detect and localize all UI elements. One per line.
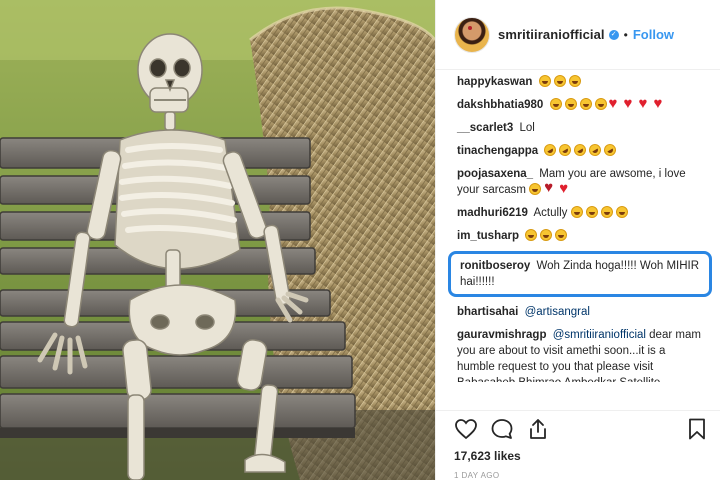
emoji-rofl-icon [587, 141, 604, 159]
post-author-username[interactable]: smritiiraniofficial [498, 27, 605, 42]
emoji-heart-icon [639, 95, 652, 113]
comments-list[interactable]: happykaswan dakshbhatia980 __scarlet3 Lo… [436, 70, 720, 382]
comment-text: Actully [533, 207, 568, 219]
comment-item: gauravmishragp @smritiiraniofficial dear… [454, 327, 706, 382]
emoji-heart-icon [609, 95, 622, 113]
emoji-heart-eyes-icon [544, 179, 557, 197]
emoji-grin-icon [538, 75, 551, 87]
comment-username[interactable]: gauravmishragp [457, 329, 546, 341]
comment-username[interactable]: im_tusharp [457, 230, 519, 242]
emoji-grin-icon [525, 229, 538, 241]
skeleton-bench-image [0, 0, 435, 480]
bookmark-icon[interactable] [685, 417, 709, 441]
comment-username[interactable]: dakshbhatia980 [457, 99, 543, 111]
comment-item: tinachengappa [454, 141, 706, 159]
highlighted-comment: ronitboseroy Woh Zinda hoga!!!!! Woh MIH… [448, 251, 712, 297]
comment-item: happykaswan [454, 74, 706, 90]
comment-username[interactable]: tinachengappa [457, 145, 538, 157]
avatar[interactable] [454, 16, 490, 53]
likes-count[interactable]: 17,623 likes [454, 449, 521, 463]
comment-item: im_tusharp [454, 228, 706, 244]
emoji-grin-icon [553, 75, 566, 87]
emoji-heart-icon [654, 95, 667, 113]
emoji-grin-icon [564, 98, 577, 110]
post-timestamp: 1 DAY AGO [454, 471, 500, 480]
comment-item: poojasaxena_ Mam you are awsome, i love … [454, 166, 706, 198]
emoji-grin-icon [555, 229, 568, 241]
comment-item: dakshbhatia980 [454, 95, 706, 113]
post-actions-bar [436, 410, 720, 446]
comment-username[interactable]: madhuri6219 [457, 207, 528, 219]
share-upload-icon[interactable] [526, 417, 550, 441]
comment-item: madhuri6219 Actully [454, 205, 706, 221]
comment-item: ronitboseroy Woh Zinda hoga!!!!! Woh MIH… [457, 258, 703, 290]
comment-item: __scarlet3 Lol [454, 120, 706, 136]
instagram-post: smritiiraniofficial ✓ • Follow happykasw… [0, 0, 720, 480]
emoji-heart-icon [624, 95, 637, 113]
post-header: smritiiraniofficial ✓ • Follow [436, 0, 720, 70]
emoji-grin-icon [570, 206, 583, 218]
separator-dot: • [623, 27, 628, 42]
emoji-grin-icon [540, 229, 553, 241]
comment-item: bhartisahai @artisangral [454, 304, 706, 320]
post-details-panel: smritiiraniofficial ✓ • Follow happykasw… [435, 0, 720, 480]
emoji-grin-icon [600, 206, 613, 218]
emoji-grin-icon [579, 98, 592, 110]
emoji-grin-icon [529, 183, 542, 195]
comment-username[interactable]: happykaswan [457, 76, 532, 88]
emoji-grin-icon [549, 98, 562, 110]
emoji-rofl-icon [542, 141, 559, 159]
emoji-rofl-icon [557, 141, 574, 159]
emoji-grin-icon [615, 206, 628, 218]
emoji-rofl-icon [572, 141, 589, 159]
emoji-grin-icon [568, 75, 581, 87]
follow-button[interactable]: Follow [633, 27, 674, 42]
post-photo[interactable] [0, 0, 435, 480]
emoji-grin-icon [585, 206, 598, 218]
comment-username[interactable]: __scarlet3 [457, 122, 513, 134]
emoji-grin-icon [594, 98, 607, 110]
comment-text: Lol [519, 122, 535, 134]
comment-mention-link[interactable]: @smritiiraniofficial [553, 329, 646, 341]
emoji-rofl-icon [602, 141, 619, 159]
comment-mention-link[interactable]: @artisangral [525, 306, 590, 318]
emoji-heart-icon [559, 180, 572, 198]
verified-badge-icon: ✓ [608, 29, 619, 40]
comment-username[interactable]: poojasaxena_ [457, 168, 533, 180]
comment-bubble-icon[interactable] [490, 417, 514, 441]
comment-username[interactable]: bhartisahai [457, 306, 518, 318]
heart-outline-icon[interactable] [454, 417, 478, 441]
comment-username[interactable]: ronitboseroy [460, 260, 530, 272]
